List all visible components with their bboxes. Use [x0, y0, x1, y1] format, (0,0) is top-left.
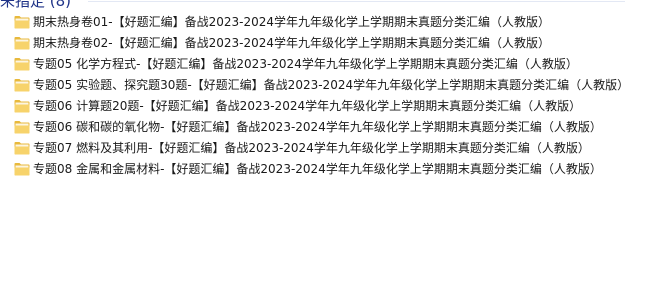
- list-item[interactable]: 专题06 计算题20题-【好题汇编】备战2023-2024学年九年级化学上学期期…: [0, 96, 669, 117]
- folder-icon: [14, 78, 30, 92]
- file-name[interactable]: 专题08 金属和金属材料-【好题汇编】备战2023-2024学年九年级化学上学期…: [33, 159, 602, 180]
- group-divider: [88, 1, 625, 2]
- list-item[interactable]: 专题05 实验题、探究题30题-【好题汇编】备战2023-2024学年九年级化学…: [0, 75, 669, 96]
- list-item[interactable]: 专题06 碳和碳的氧化物-【好题汇编】备战2023-2024学年九年级化学上学期…: [0, 117, 669, 138]
- file-name[interactable]: 专题07 燃料及其利用-【好题汇编】备战2023-2024学年九年级化学上学期期…: [33, 138, 590, 159]
- folder-icon: [14, 162, 30, 176]
- folder-icon: [14, 141, 30, 155]
- list-item[interactable]: 期末热身卷01-【好题汇编】备战2023-2024学年九年级化学上学期期末真题分…: [0, 12, 669, 33]
- group-title[interactable]: 未指定 (8): [0, 0, 71, 11]
- list-item[interactable]: 专题05 化学方程式-【好题汇编】备战2023-2024学年九年级化学上学期期末…: [0, 54, 669, 75]
- list-item[interactable]: 专题07 燃料及其利用-【好题汇编】备战2023-2024学年九年级化学上学期期…: [0, 138, 669, 159]
- folder-icon: [14, 99, 30, 113]
- list-item[interactable]: 专题08 金属和金属材料-【好题汇编】备战2023-2024学年九年级化学上学期…: [0, 159, 669, 180]
- file-name[interactable]: 期末热身卷01-【好题汇编】备战2023-2024学年九年级化学上学期期末真题分…: [33, 12, 550, 33]
- file-name[interactable]: 专题05 实验题、探究题30题-【好题汇编】备战2023-2024学年九年级化学…: [33, 75, 629, 96]
- list-item[interactable]: 期末热身卷02-【好题汇编】备战2023-2024学年九年级化学上学期期末真题分…: [0, 33, 669, 54]
- file-name[interactable]: 专题06 碳和碳的氧化物-【好题汇编】备战2023-2024学年九年级化学上学期…: [33, 117, 602, 138]
- file-name[interactable]: 专题05 化学方程式-【好题汇编】备战2023-2024学年九年级化学上学期期末…: [33, 54, 578, 75]
- file-name[interactable]: 期末热身卷02-【好题汇编】备战2023-2024学年九年级化学上学期期末真题分…: [33, 33, 550, 54]
- file-name[interactable]: 专题06 计算题20题-【好题汇编】备战2023-2024学年九年级化学上学期期…: [33, 96, 581, 117]
- folder-icon: [14, 15, 30, 29]
- folder-icon: [14, 120, 30, 134]
- folder-icon: [14, 57, 30, 71]
- folder-icon: [14, 36, 30, 50]
- group-header[interactable]: 未指定 (8): [0, 0, 669, 11]
- file-list: 期末热身卷01-【好题汇编】备战2023-2024学年九年级化学上学期期末真题分…: [0, 12, 669, 180]
